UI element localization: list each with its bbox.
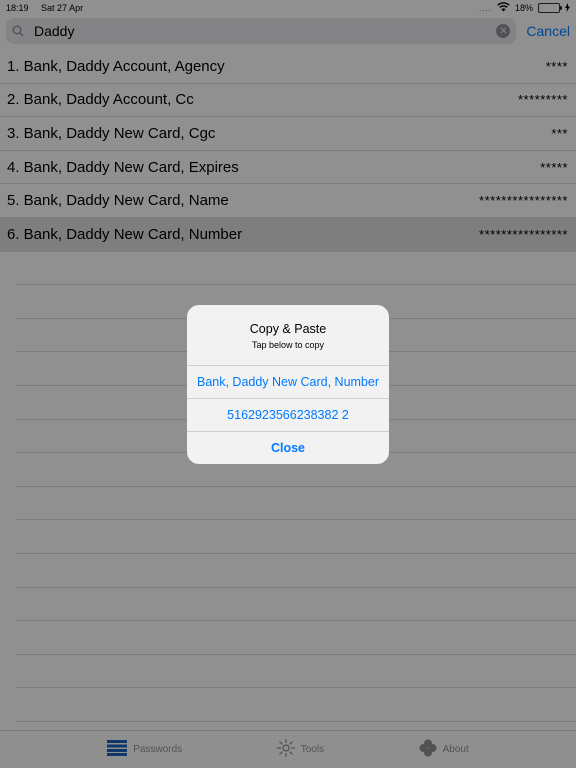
copy-name-button[interactable]: Bank, Daddy New Card, Number xyxy=(187,365,389,398)
close-button[interactable]: Close xyxy=(187,431,389,464)
dialog-message: Tap below to copy xyxy=(251,340,325,350)
copy-value-button[interactable]: 5162923566238382 2 xyxy=(187,398,389,431)
dialog-header: Copy & Paste Tap below to copy xyxy=(187,305,389,365)
dialog-title: Copy & Paste xyxy=(249,322,327,336)
copy-paste-dialog: Copy & Paste Tap below to copy Bank, Dad… xyxy=(187,305,389,464)
